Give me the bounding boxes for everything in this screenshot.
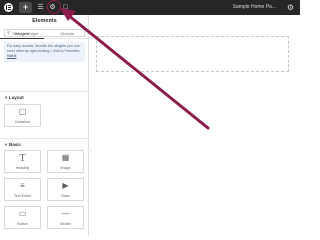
top-bar: + ☰ ⚙ □ Sample Home Pa... ⚙ xyxy=(0,0,300,15)
notes-button[interactable]: □ xyxy=(60,2,71,13)
text-editor-icon: ≡ xyxy=(20,180,25,190)
section-basic-label: Basic xyxy=(8,142,21,147)
widget-label: Text Editor xyxy=(14,193,31,198)
settings-highlight-circle xyxy=(47,0,61,14)
widget-heading[interactable]: T Heading xyxy=(4,150,41,173)
widget-label: Image xyxy=(60,165,71,170)
right-settings-button[interactable]: ⚙ xyxy=(285,2,296,13)
collapse-panel-handle[interactable]: ‹ xyxy=(90,148,92,154)
section-divider xyxy=(0,138,89,139)
gear-icon: ⚙ xyxy=(286,3,295,12)
divider-icon: — xyxy=(61,208,70,218)
speech-bubble-icon: □ xyxy=(63,4,68,11)
widget-label: Heading xyxy=(15,165,30,170)
tip-text: For easy access, favorite the widgets yo… xyxy=(7,44,81,53)
page-title[interactable]: Sample Home Pa... xyxy=(233,4,276,10)
video-icon: ▶ xyxy=(62,180,69,190)
layers-icon: ☰ xyxy=(37,4,44,11)
elementor-logo-icon[interactable] xyxy=(4,3,13,12)
widget-video[interactable]: ▶ Video xyxy=(47,178,84,201)
structure-button[interactable]: ☰ xyxy=(35,2,46,13)
section-divider xyxy=(0,91,89,92)
search-icon: ⚲ xyxy=(7,29,11,35)
search-box[interactable]: ⚲ xyxy=(4,29,85,37)
section-layout-label: Layout xyxy=(8,95,24,100)
widget-label: Container xyxy=(14,119,31,124)
widget-button[interactable]: ▭ Button xyxy=(4,206,41,229)
chevron-down-icon: ▼ xyxy=(4,95,8,100)
add-element-button[interactable]: + xyxy=(19,2,32,13)
button-icon: ▭ xyxy=(18,208,27,218)
widget-label: Divider xyxy=(59,221,72,226)
chevron-down-icon: ▼ xyxy=(4,142,8,147)
image-icon: ▦ xyxy=(61,152,70,162)
tip-dismiss-link[interactable]: Got it xyxy=(7,54,16,58)
widget-image[interactable]: ▦ Image xyxy=(47,150,84,173)
search-input[interactable] xyxy=(12,30,83,36)
favorites-tip: For easy access, favorite the widgets yo… xyxy=(4,42,85,62)
drop-zone[interactable] xyxy=(96,36,289,72)
section-layout-header[interactable]: ▼ Layout xyxy=(4,95,24,100)
heading-icon: T xyxy=(19,152,26,164)
panel-title: Elements xyxy=(32,18,57,24)
section-basic-header[interactable]: ▼ Basic xyxy=(4,142,21,147)
widget-label: Button xyxy=(17,221,28,226)
widget-divider[interactable]: — Divider xyxy=(47,206,84,229)
widget-container[interactable]: ▢ Container xyxy=(4,104,41,127)
widget-text-editor[interactable]: ≡ Text Editor xyxy=(4,178,41,201)
container-icon: ▢ xyxy=(18,106,27,116)
widget-label: Video xyxy=(60,193,71,198)
